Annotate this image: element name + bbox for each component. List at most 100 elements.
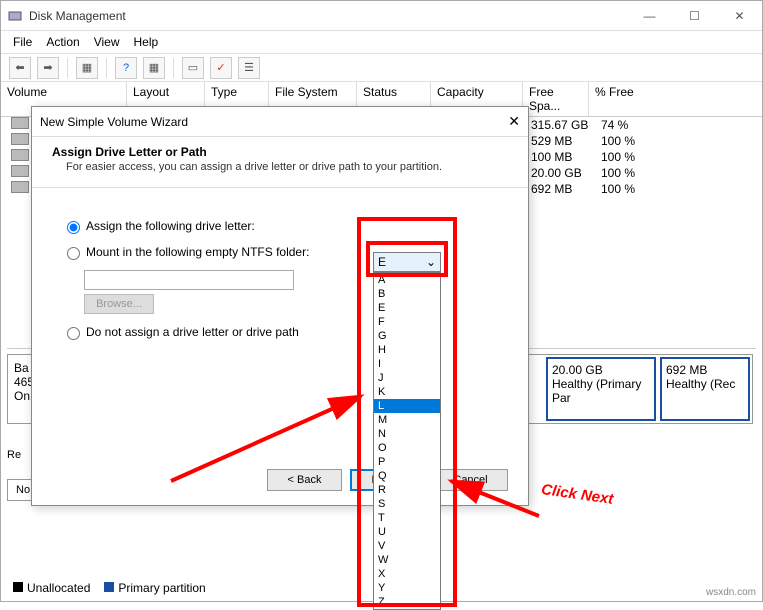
col-pct[interactable]: % Free — [589, 82, 659, 116]
toolbar-separator — [173, 58, 174, 78]
free-cell: 529 MB — [531, 134, 601, 148]
drive-letter-option[interactable]: Z — [374, 595, 440, 609]
partition-size: 20.00 GB — [552, 363, 650, 377]
drive-letter-option[interactable]: W — [374, 553, 440, 567]
grid2-button[interactable]: ▦ — [143, 57, 165, 79]
wizard-close-button[interactable]: ✕ — [508, 113, 520, 130]
drive-letter-option[interactable]: R — [374, 483, 440, 497]
chevron-down-icon: ⌄ — [426, 255, 436, 269]
table-row[interactable]: 692 MB100 % — [531, 181, 635, 197]
table-row[interactable]: 100 MB100 % — [531, 149, 635, 165]
back-button[interactable]: < Back — [267, 469, 342, 491]
toolbar-separator — [106, 58, 107, 78]
radio-assign-letter-label: Assign the following drive letter: — [86, 219, 255, 233]
wizard-body: Assign the following drive letter: Mount… — [32, 188, 528, 380]
partition-box[interactable]: 692 MB Healthy (Rec — [660, 357, 750, 421]
pct-cell: 100 % — [601, 150, 635, 164]
grid1-button[interactable]: ▦ — [76, 57, 98, 79]
drive-letter-option[interactable]: I — [374, 357, 440, 371]
drive-letter-option[interactable]: L — [374, 399, 440, 413]
partition-box[interactable]: 20.00 GB Healthy (Primary Par — [546, 357, 656, 421]
free-cell: 100 MB — [531, 150, 601, 164]
main-window: Disk Management — ☐ ✕ File Action View H… — [0, 0, 763, 602]
free-cell: 692 MB — [531, 182, 601, 196]
help-button[interactable]: ? — [115, 57, 137, 79]
drive-letter-option[interactable]: S — [374, 497, 440, 511]
radio-assign-letter-input[interactable] — [67, 221, 80, 234]
drive-letter-option[interactable]: H — [374, 343, 440, 357]
drive-letter-option[interactable]: J — [374, 371, 440, 385]
drive-letter-option[interactable]: U — [374, 525, 440, 539]
radio-no-assign-input[interactable] — [67, 327, 80, 340]
drive-letter-option[interactable]: V — [374, 539, 440, 553]
volume-rows: 315.67 GB74 % 529 MB100 % 100 MB100 % 20… — [531, 117, 635, 197]
table-row[interactable]: 20.00 GB100 % — [531, 165, 635, 181]
close-window-button[interactable]: ✕ — [717, 2, 762, 30]
titlebar: Disk Management — ☐ ✕ — [1, 1, 762, 31]
table-row[interactable]: 529 MB100 % — [531, 133, 635, 149]
legend-primary: Primary partition — [104, 581, 205, 595]
back-button[interactable]: ⬅ — [9, 57, 31, 79]
disk-icon — [11, 181, 29, 193]
drive-letter-option[interactable]: N — [374, 427, 440, 441]
drive-letter-option[interactable]: Y — [374, 581, 440, 595]
radio-no-assign-label: Do not assign a drive letter or drive pa… — [86, 325, 299, 339]
drive-letter-option[interactable]: T — [374, 511, 440, 525]
col-free[interactable]: Free Spa... — [523, 82, 589, 116]
wizard-titlebar: New Simple Volume Wizard ✕ — [32, 107, 528, 137]
pct-cell: 100 % — [601, 166, 635, 180]
check-button[interactable]: ✓ — [210, 57, 232, 79]
menubar: File Action View Help — [1, 31, 762, 54]
legend-unallocated: Unallocated — [13, 581, 90, 595]
toolbar: ⬅ ➡ ▦ ? ▦ ▭ ✓ ☰ — [1, 54, 762, 82]
window-title: Disk Management — [29, 9, 627, 23]
menu-action[interactable]: Action — [46, 35, 79, 49]
app-icon — [1, 8, 29, 24]
list-button[interactable]: ☰ — [238, 57, 260, 79]
pct-cell: 74 % — [601, 118, 628, 132]
wizard-title: New Simple Volume Wizard — [40, 115, 188, 129]
drive-letter-option[interactable]: X — [374, 567, 440, 581]
legend: Unallocated Primary partition — [13, 581, 206, 595]
menu-help[interactable]: Help — [134, 35, 159, 49]
pct-cell: 100 % — [601, 182, 635, 196]
radio-assign-letter[interactable]: Assign the following drive letter: — [62, 218, 498, 234]
browse-button[interactable]: Browse... — [84, 294, 154, 314]
disk-icon — [11, 117, 29, 129]
table-row[interactable]: 315.67 GB74 % — [531, 117, 635, 133]
cancel-button[interactable]: Cancel — [433, 469, 508, 491]
swatch-blue — [104, 582, 114, 592]
drive-letter-option[interactable]: K — [374, 385, 440, 399]
drive-letter-option[interactable]: E — [374, 301, 440, 315]
drive-letter-option[interactable]: O — [374, 441, 440, 455]
wizard-subheading: For easier access, you can assign a driv… — [52, 159, 508, 173]
combo-value: E — [378, 255, 386, 269]
drive-letter-option[interactable]: G — [374, 329, 440, 343]
menu-file[interactable]: File — [13, 35, 32, 49]
partition-status: Healthy (Rec — [666, 377, 744, 391]
forward-button[interactable]: ➡ — [37, 57, 59, 79]
radio-mount-folder-input[interactable] — [67, 247, 80, 260]
drive-letter-option[interactable]: P — [374, 455, 440, 469]
drive-letter-option[interactable]: Q — [374, 469, 440, 483]
drive-letter-combo[interactable]: E ⌄ — [373, 252, 441, 272]
drive-letter-dropdown[interactable]: ABEFGHIJKLMNOPQRSTUVWXYZ — [373, 272, 441, 610]
disk-icon — [11, 133, 29, 145]
free-cell: 20.00 GB — [531, 166, 601, 180]
maximize-button[interactable]: ☐ — [672, 2, 717, 30]
refresh-button[interactable]: ▭ — [182, 57, 204, 79]
swatch-black — [13, 582, 23, 592]
free-cell: 315.67 GB — [531, 118, 601, 132]
mount-path-input[interactable] — [84, 270, 294, 290]
annotation-click-next: Click Next — [540, 481, 614, 508]
menu-view[interactable]: View — [94, 35, 120, 49]
drive-letter-option[interactable]: A — [374, 273, 440, 287]
drive-letter-option[interactable]: M — [374, 413, 440, 427]
minimize-button[interactable]: — — [627, 2, 672, 30]
drive-letter-option[interactable]: F — [374, 315, 440, 329]
partition-status: Healthy (Primary Par — [552, 377, 650, 405]
disk-icon-column — [11, 117, 29, 197]
drive-letter-option[interactable]: B — [374, 287, 440, 301]
radio-mount-folder-label: Mount in the following empty NTFS folder… — [86, 245, 309, 259]
wizard-heading: Assign Drive Letter or Path — [52, 145, 508, 159]
